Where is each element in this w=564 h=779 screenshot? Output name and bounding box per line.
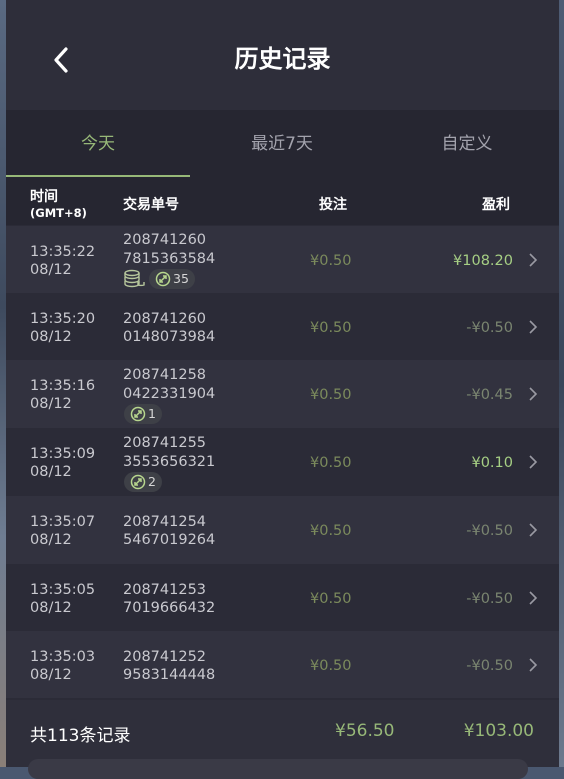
- row-order-line2: 7815363584: [123, 251, 216, 267]
- table-row[interactable]: 13:35:03 08/12 208741252 9583144448 ¥0.5…: [6, 631, 559, 698]
- coins-icon: [124, 269, 145, 288]
- chevron-right-icon: [529, 455, 538, 469]
- row-stake: ¥0.50: [310, 387, 352, 403]
- row-time: 13:35:16: [30, 378, 96, 394]
- chevron-right-icon: [529, 387, 538, 401]
- row-stake: ¥0.50: [310, 455, 352, 471]
- column-stake: 投注: [319, 197, 347, 213]
- row-order-line1: 208741260: [123, 311, 207, 327]
- row-profit: -¥0.50: [466, 591, 513, 607]
- spin-arrows-icon: [130, 474, 146, 490]
- row-profit: ¥108.20: [453, 253, 513, 269]
- summary-footer: 共113条记录 ¥56.50 ¥103.00: [6, 700, 559, 767]
- badge-count: 35: [173, 271, 189, 286]
- column-profit: 盈利: [482, 197, 510, 213]
- row-stake: ¥0.50: [310, 591, 352, 607]
- row-order-line1: 208741253: [123, 582, 207, 598]
- row-stake: ¥0.50: [310, 658, 352, 674]
- table-header: 时间 (GMT+8) 交易单号 投注 盈利: [6, 178, 559, 225]
- chevron-right-icon: [529, 658, 538, 672]
- row-time: 13:35:05: [30, 582, 96, 598]
- row-order-line2: 7019666432: [123, 600, 216, 616]
- row-profit: ¥0.10: [471, 455, 513, 471]
- badge-count: 2: [148, 474, 156, 489]
- row-profit: -¥0.50: [466, 320, 513, 336]
- row-date: 08/12: [30, 262, 72, 278]
- table-row[interactable]: 13:35:07 08/12 208741254 5467019264 ¥0.5…: [6, 496, 559, 564]
- spin-arrows-icon: [155, 271, 171, 287]
- free-spin-badge: 1: [124, 404, 162, 424]
- row-order-line2: 0148073984: [123, 329, 216, 345]
- tab-today[interactable]: 今天: [6, 110, 190, 176]
- row-order-line1: 208741254: [123, 514, 207, 530]
- table-row[interactable]: 13:35:09 08/12 208741255 3553656321 2 ¥0…: [6, 428, 559, 496]
- bottom-bar: [28, 759, 528, 779]
- column-time: 时间: [30, 189, 58, 205]
- row-order-line2: 5467019264: [123, 532, 216, 548]
- total-stake: ¥56.50: [335, 721, 395, 741]
- row-order-line2: 9583144448: [123, 667, 216, 683]
- row-stake: ¥0.50: [310, 523, 352, 539]
- table-row[interactable]: 13:35:05 08/12 208741253 7019666432 ¥0.5…: [6, 564, 559, 631]
- row-time: 13:35:03: [30, 649, 96, 665]
- row-time: 13:35:22: [30, 244, 96, 260]
- row-time: 13:35:20: [30, 311, 96, 327]
- row-order-line1: 208741260: [123, 232, 207, 248]
- row-order-line2: 3553656321: [123, 454, 216, 470]
- row-date: 08/12: [30, 329, 72, 345]
- tab-bar: 今天 最近7天 自定义: [6, 110, 559, 178]
- badge-count: 1: [148, 406, 156, 421]
- free-spin-badge: 35: [149, 269, 195, 289]
- tab-custom[interactable]: 自定义: [375, 110, 559, 176]
- row-profit: -¥0.45: [466, 387, 513, 403]
- row-order-line2: 0422331904: [123, 386, 216, 402]
- total-profit: ¥103.00: [463, 721, 534, 741]
- row-date: 08/12: [30, 396, 72, 412]
- page-title: 历史记录: [234, 45, 331, 73]
- tab-last-7-days[interactable]: 最近7天: [190, 110, 374, 176]
- chevron-right-icon: [529, 591, 538, 605]
- row-time: 13:35:07: [30, 514, 96, 530]
- table-row[interactable]: 13:35:20 08/12 208741260 0148073984 ¥0.5…: [6, 293, 559, 360]
- header: 历史记录: [6, 0, 559, 110]
- chevron-right-icon: [529, 253, 538, 267]
- row-time: 13:35:09: [30, 446, 96, 462]
- row-date: 08/12: [30, 600, 72, 616]
- row-profit: -¥0.50: [466, 658, 513, 674]
- chevron-right-icon: [529, 523, 538, 537]
- record-count: 共113条记录: [30, 726, 131, 746]
- row-profit: -¥0.50: [466, 523, 513, 539]
- column-order: 交易单号: [123, 197, 179, 213]
- row-date: 08/12: [30, 464, 72, 480]
- row-order-line1: 208741258: [123, 367, 207, 383]
- spin-arrows-icon: [130, 406, 146, 422]
- chevron-right-icon: [529, 320, 538, 334]
- row-stake: ¥0.50: [310, 320, 352, 336]
- background-right-edge: [559, 0, 564, 767]
- free-spin-badge: 2: [124, 472, 162, 492]
- row-date: 08/12: [30, 532, 72, 548]
- column-time-zone: (GMT+8): [30, 206, 87, 220]
- table-row[interactable]: 13:35:22 08/12 208741260 7815363584 35 ¥…: [6, 226, 559, 293]
- row-date: 08/12: [30, 667, 72, 683]
- row-order-line1: 208741252: [123, 649, 207, 665]
- history-panel: 历史记录 今天 最近7天 自定义 时间 (GMT+8) 交易单号 投注 盈利 1…: [6, 0, 559, 767]
- row-stake: ¥0.50: [310, 253, 352, 269]
- tab-active-indicator: [6, 175, 190, 177]
- row-order-line1: 208741255: [123, 435, 207, 451]
- table-row[interactable]: 13:35:16 08/12 208741258 0422331904 1 ¥0…: [6, 360, 559, 428]
